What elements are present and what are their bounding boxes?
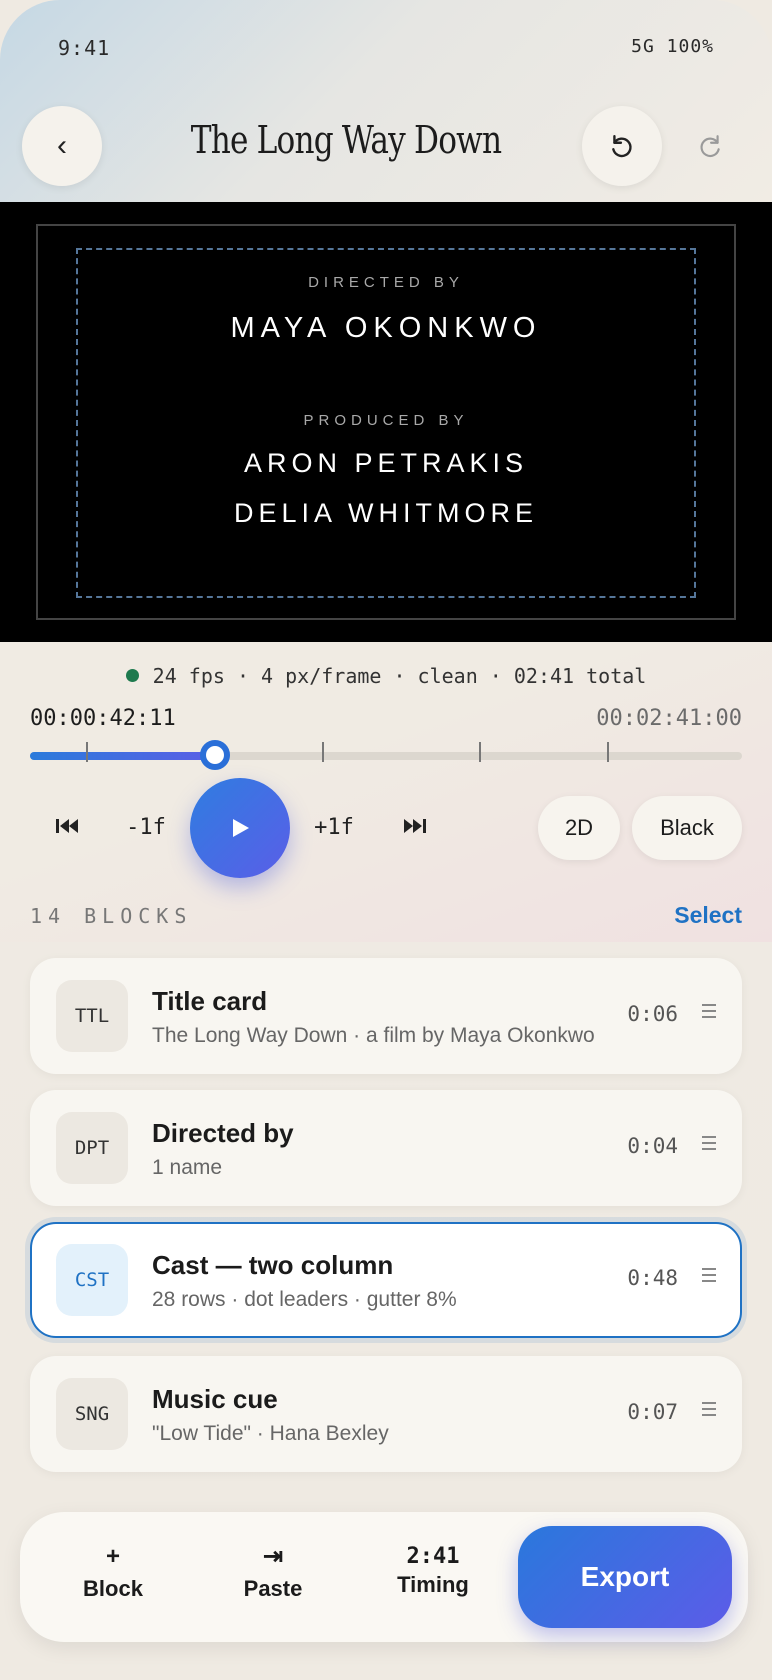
- chapter-marker: [606, 742, 609, 762]
- background-black-toggle[interactable]: Black: [632, 796, 742, 860]
- paste-button[interactable]: ⇥ Paste: [218, 1542, 328, 1602]
- skip-back-button[interactable]: [50, 812, 84, 840]
- redo-button[interactable]: [690, 126, 730, 166]
- timing-button[interactable]: 2:41 Timing: [378, 1542, 488, 1598]
- chapter-marker: [321, 742, 324, 762]
- play-icon: [233, 819, 249, 837]
- playback-meta: 24 fps · 4 px/frame · clean · 02:41 tota…: [0, 664, 772, 688]
- drag-handle-icon[interactable]: [702, 1004, 716, 1018]
- mode-2d-toggle[interactable]: 2D: [538, 796, 620, 860]
- undo-button[interactable]: [582, 106, 662, 186]
- scrubber-handle[interactable]: [200, 740, 231, 770]
- drag-handle-icon[interactable]: [702, 1268, 716, 1282]
- credit-name-director: MAYA OKONKWO: [230, 312, 542, 344]
- status-network-battery: 5G 100%: [631, 36, 714, 57]
- block-subtitle: "Low Tide" · Hana Bexley: [152, 1422, 389, 1445]
- blocks-count: 14 BLOCKS: [30, 904, 193, 928]
- undo-icon: [612, 135, 632, 158]
- block-duration: 0:06: [627, 1002, 678, 1026]
- block-title: Cast — two column: [152, 1250, 394, 1280]
- status-dot-icon: [125, 669, 139, 682]
- current-timecode: 00:00:42:11: [30, 706, 176, 731]
- total-timecode: 00:02:41:00: [596, 706, 742, 731]
- skip-forward-button[interactable]: [398, 812, 432, 840]
- block-duration: 0:48: [627, 1266, 678, 1290]
- block-type-badge: CST: [56, 1244, 128, 1316]
- block-type-badge: DPT: [56, 1112, 128, 1184]
- project-title: The Long Way Down: [190, 118, 502, 162]
- export-button[interactable]: Export: [518, 1526, 732, 1628]
- drag-handle-icon[interactable]: [702, 1136, 716, 1150]
- header-background: [0, 0, 772, 202]
- credit-role-directed: DIRECTED BY: [308, 274, 464, 291]
- block-type-badge: TTL: [56, 980, 128, 1052]
- block-subtitle: The Long Way Down · a film by Maya Okonk…: [152, 1024, 595, 1047]
- credit-name-producer-1: ARON PETRAKIS: [243, 448, 529, 478]
- step-back-frame-button[interactable]: -1f: [118, 812, 174, 842]
- app-screen: 9:41 5G 100% ‹ The Long Way Down DIRECTE…: [0, 0, 772, 1680]
- scrubber-progress: [30, 752, 216, 760]
- chapter-marker: [478, 742, 481, 762]
- block-card-selected[interactable]: CST Cast — two column 28 rows · dot lead…: [30, 1222, 742, 1338]
- playback-meta-text: 24 fps · 4 px/frame · clean · 02:41 tota…: [152, 664, 647, 688]
- bottom-dock: + Block ⇥ Paste 2:41 Timing Export: [20, 1512, 748, 1642]
- block-title: Title card: [152, 986, 268, 1016]
- credits-preview[interactable]: DIRECTED BY MAYA OKONKWO PRODUCED BY ARO…: [0, 202, 772, 642]
- step-forward-frame-button[interactable]: +1f: [306, 812, 362, 842]
- frame-border: DIRECTED BY MAYA OKONKWO PRODUCED BY ARO…: [36, 224, 736, 620]
- scrubber-track[interactable]: [30, 740, 742, 770]
- block-duration: 0:04: [627, 1134, 678, 1158]
- block-subtitle: 28 rows · dot leaders · gutter 8%: [152, 1288, 457, 1311]
- block-type-badge: SNG: [56, 1378, 128, 1450]
- add-block-label: Block: [83, 1576, 143, 1601]
- block-duration: 0:07: [627, 1400, 678, 1424]
- credit-name-producer-2: DELIA WHITMORE: [233, 498, 539, 528]
- paste-label: Paste: [243, 1576, 303, 1601]
- block-title: Music cue: [152, 1384, 278, 1414]
- block-card[interactable]: SNG Music cue "Low Tide" · Hana Bexley 0…: [30, 1356, 742, 1472]
- add-block-button[interactable]: + Block: [58, 1542, 168, 1602]
- block-card[interactable]: TTL Title card The Long Way Down · a fil…: [30, 958, 742, 1074]
- chevron-left-icon: ‹: [57, 129, 67, 162]
- chapter-marker: [85, 742, 88, 762]
- select-button[interactable]: Select: [674, 902, 742, 929]
- drag-handle-icon[interactable]: [702, 1402, 716, 1416]
- status-time: 9:41: [58, 36, 111, 60]
- block-subtitle: 1 name: [152, 1156, 223, 1179]
- skip-forward-icon: [404, 819, 426, 833]
- timing-label: Timing: [397, 1572, 469, 1597]
- back-button[interactable]: ‹: [22, 106, 102, 186]
- play-button[interactable]: [190, 778, 290, 878]
- paste-icon: ⇥: [262, 1543, 284, 1570]
- timing-value: 2:41: [406, 1544, 460, 1569]
- plus-icon: +: [105, 1543, 120, 1570]
- block-card[interactable]: DPT Directed by 1 name 0:04: [30, 1090, 742, 1206]
- credit-role-produced: PRODUCED BY: [303, 412, 469, 429]
- block-title: Directed by: [152, 1118, 294, 1148]
- title-safe-area: DIRECTED BY MAYA OKONKWO PRODUCED BY ARO…: [76, 248, 696, 598]
- skip-back-icon: [56, 819, 78, 833]
- redo-icon: [700, 135, 720, 158]
